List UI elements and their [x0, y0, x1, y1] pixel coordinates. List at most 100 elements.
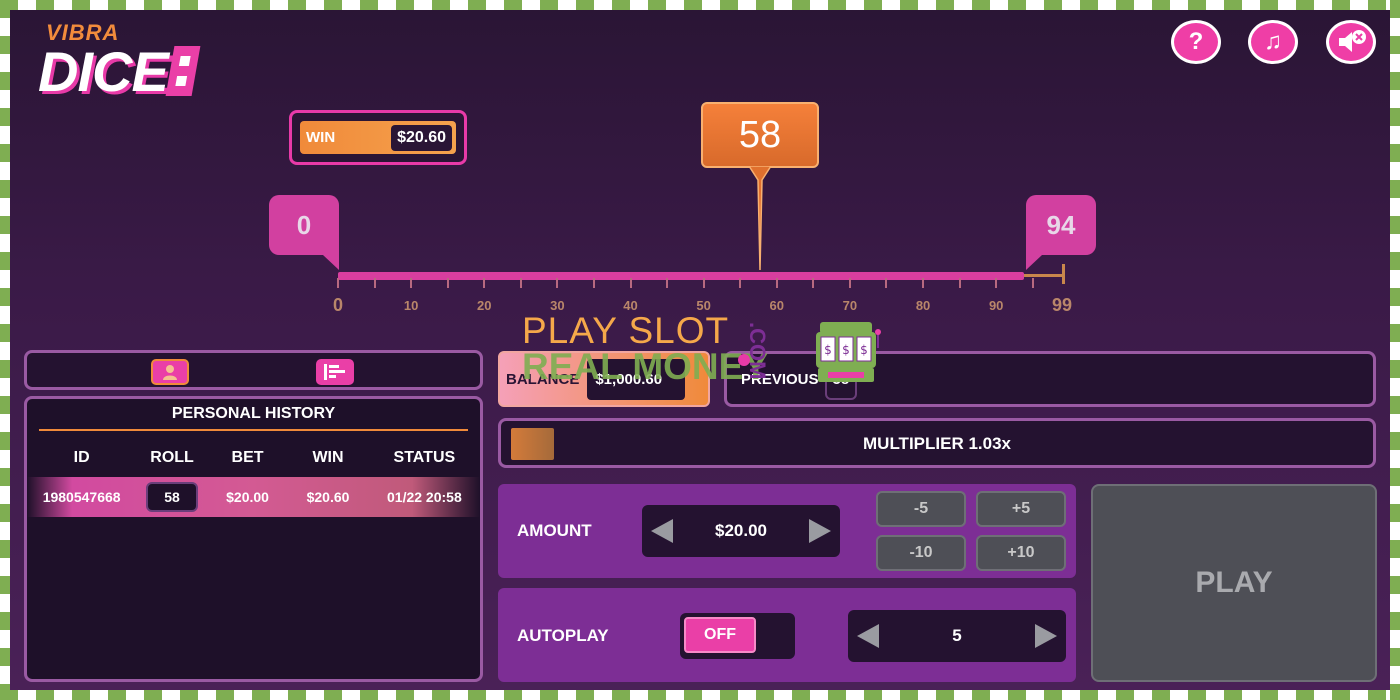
column-roll: ROLL [150, 449, 194, 466]
scale-tick [885, 278, 888, 288]
row-id: 1980547668 [42, 489, 121, 505]
scale-tick [373, 278, 376, 288]
autoplay-panel: AUTOPLAY OFF 5 [498, 588, 1076, 682]
history-tabs [24, 350, 483, 390]
win-value: $20.60 [391, 124, 452, 151]
range-track-rest [1024, 274, 1064, 277]
result-value: 58 [738, 113, 782, 156]
amount-plus-5-button[interactable]: +5 [976, 491, 1066, 527]
watermark-line1: PLAY SLOT [522, 310, 730, 351]
row-bet: $20.00 [226, 489, 269, 505]
win-badge: WIN $20.60 [289, 110, 467, 165]
column-id: ID [73, 449, 90, 466]
autoplay-label: AUTOPLAY [517, 626, 609, 645]
scale-tick [446, 278, 449, 288]
help-button[interactable]: ? [1171, 20, 1221, 64]
history-divider [39, 429, 468, 431]
arrow-right-icon [809, 519, 831, 543]
amount-stepper: $20.00 [642, 505, 840, 557]
scale-label: 60 [769, 298, 785, 313]
win-badge-inner: WIN $20.60 [300, 121, 456, 154]
scale-label: 30 [550, 298, 565, 313]
row-roll-cell: 58 [136, 482, 208, 512]
arrow-left-icon [857, 624, 879, 648]
question-icon: ? [1188, 28, 1204, 55]
tab-leaderboard[interactable] [316, 359, 354, 385]
scale-tick [812, 278, 815, 288]
logo-main-text: DICE [38, 44, 201, 100]
scale-label: 40 [623, 298, 638, 313]
amount-value: $20.00 [715, 521, 767, 540]
dice-mark-icon [165, 46, 201, 96]
scale-tick [592, 278, 595, 288]
range-track-end [1062, 264, 1065, 284]
scale-tick [739, 278, 742, 288]
tab-personal-history[interactable] [151, 359, 189, 385]
row-roll: 58 [146, 482, 198, 512]
range-max-label: 94 [1046, 209, 1076, 240]
scale-label: 20 [477, 298, 492, 313]
amount-minus-5-button[interactable]: -5 [876, 491, 966, 527]
autoplay-count-value: 5 [952, 626, 962, 645]
row-win: $20.60 [306, 489, 350, 505]
scale-label: 10 [403, 298, 419, 313]
previous-value: 58 [824, 358, 858, 400]
scale-tick [483, 278, 486, 288]
history-title: PERSONAL HISTORY [171, 405, 336, 422]
result-pin: 58 [701, 102, 819, 168]
autoplay-increase-button[interactable] [1032, 622, 1060, 650]
sound-button[interactable] [1326, 20, 1376, 64]
history-header-row: ID ROLL BET WIN STATUS [27, 449, 480, 467]
amount-minus-10-button[interactable]: -10 [876, 535, 966, 571]
autoplay-toggle-off[interactable]: OFF [684, 617, 756, 653]
list-icon [324, 364, 345, 380]
scale-tick [337, 278, 339, 288]
column-bet: BET [231, 449, 264, 466]
balance-value: $1,000.60 [587, 358, 686, 400]
balance-label: BALANCE [506, 370, 580, 388]
scale-tick [958, 278, 961, 288]
music-note-icon: ♫ [1264, 28, 1282, 55]
row-status: 01/22 20:58 [387, 489, 462, 505]
user-icon [163, 365, 177, 380]
range-min-label: 0 [296, 209, 312, 240]
autoplay-count-stepper: 5 [848, 610, 1066, 662]
scale-label: 70 [842, 298, 858, 313]
scale-label: 50 [696, 298, 711, 313]
scale-tick [922, 278, 925, 288]
scale-label: 80 [915, 298, 931, 313]
previous-label: PREVIOUS [741, 370, 819, 388]
speaker-muted-icon [1339, 30, 1366, 52]
scale-label: 0 [332, 295, 344, 315]
range-max-marker-tail [1026, 240, 1058, 270]
autoplay-decrease-button[interactable] [854, 622, 882, 650]
scale-tick [775, 278, 778, 288]
scale-tick [519, 278, 522, 288]
play-label: PLAY [1195, 566, 1273, 599]
play-button[interactable]: PLAY [1091, 484, 1377, 682]
amount-decrease-button[interactable] [648, 517, 676, 545]
scale-label: 90 [988, 298, 1004, 313]
scale-tick [410, 278, 413, 288]
amount-plus-10-button[interactable]: +10 [976, 535, 1066, 571]
personal-history-panel: PERSONAL HISTORY ID ROLL BET WIN STATUS … [24, 396, 483, 682]
arrow-left-icon [651, 519, 673, 543]
scale-tick [629, 278, 632, 288]
multiplier-bar: MULTIPLIER 1.03x [498, 418, 1376, 468]
previous-box: PREVIOUS 58 [724, 351, 1376, 407]
amount-increase-button[interactable] [806, 517, 834, 545]
column-status: STATUS [393, 449, 456, 466]
arrow-right-icon [1035, 624, 1057, 648]
scale-label: 99 [1051, 295, 1073, 315]
scale-tick [556, 278, 559, 288]
result-pin-stem [748, 166, 772, 271]
amount-panel: AMOUNT $20.00 -5 +5 -10 +10 [498, 484, 1076, 578]
scale-tick [666, 278, 669, 288]
music-button[interactable]: ♫ [1248, 20, 1298, 64]
amount-label: AMOUNT [517, 521, 592, 540]
range-min-marker-tail [307, 240, 339, 270]
autoplay-toggle[interactable]: OFF [680, 613, 795, 659]
scale-tick [1031, 278, 1034, 288]
column-win: WIN [312, 449, 344, 466]
game-logo: VIBRA DICE [38, 20, 201, 100]
